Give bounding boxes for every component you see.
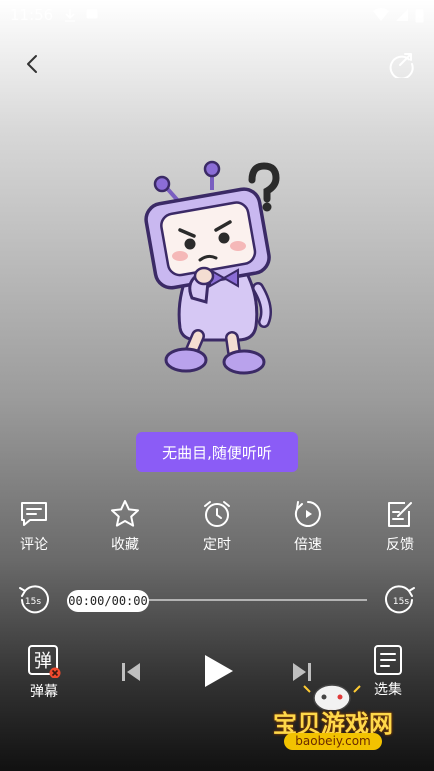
alarm-clock-icon: [204, 501, 230, 527]
danmaku-glyph: 弹: [34, 651, 52, 672]
feedback-label: 反馈: [386, 537, 414, 553]
notification-icons: [63, 8, 99, 22]
next-icon: [293, 663, 306, 681]
edit-note-icon: [388, 502, 412, 527]
progress-time-display[interactable]: 00:00/00:00: [67, 590, 149, 612]
wifi-icon: [373, 8, 389, 21]
episode-list-icon: [374, 645, 402, 675]
favorite-button[interactable]: 收藏: [95, 498, 155, 554]
skip-back-label: 15s: [25, 597, 41, 607]
skip-forward-label: 15s: [393, 597, 409, 607]
play-button[interactable]: [199, 652, 237, 690]
speed-label: 倍速: [294, 537, 322, 553]
site-watermark: 宝贝游戏网 baobeiy.com: [258, 680, 408, 760]
danmaku-label: 弹幕: [30, 684, 58, 700]
feedback-button[interactable]: 反馈: [370, 498, 430, 554]
action-row: 评论 收藏 定时 倍速 反馈: [0, 498, 434, 558]
star-icon: [111, 500, 139, 527]
signal-icon: [396, 9, 408, 21]
download-icon: [65, 9, 76, 22]
watermark-url: baobeiy.com: [284, 733, 382, 750]
timer-button[interactable]: 定时: [187, 498, 247, 554]
confused-tv-mascot: [144, 160, 280, 375]
random-listen-button[interactable]: 无曲目,随便听听: [136, 432, 298, 472]
progress-row: 15s 00:00/00:00 15s: [0, 582, 434, 618]
favorite-label: 收藏: [111, 537, 139, 553]
share-button[interactable]: [381, 44, 421, 84]
previous-icon: [122, 663, 125, 681]
status-bar: 11:56: [0, 0, 434, 30]
back-button[interactable]: [13, 44, 53, 84]
share-icon: [389, 53, 414, 78]
comment-label: 评论: [20, 537, 48, 553]
skip-back-15s-button[interactable]: 15s: [16, 582, 50, 618]
message-icon: [86, 9, 98, 19]
chevron-left-icon: [27, 55, 37, 73]
danmaku-button[interactable]: 弹 弹幕: [26, 644, 62, 701]
skip-forward-15s-button[interactable]: 15s: [384, 582, 418, 618]
comment-icon: [21, 502, 47, 526]
battery-icon: [415, 9, 424, 22]
timer-label: 定时: [203, 537, 231, 553]
previous-track-button[interactable]: [119, 660, 143, 684]
play-icon: [205, 655, 233, 687]
danmaku-icon: 弹: [28, 645, 61, 678]
speed-button[interactable]: 倍速: [278, 498, 338, 554]
comment-button[interactable]: 评论: [4, 498, 64, 554]
status-time: 11:56: [10, 6, 54, 24]
speed-icon: [294, 501, 321, 527]
